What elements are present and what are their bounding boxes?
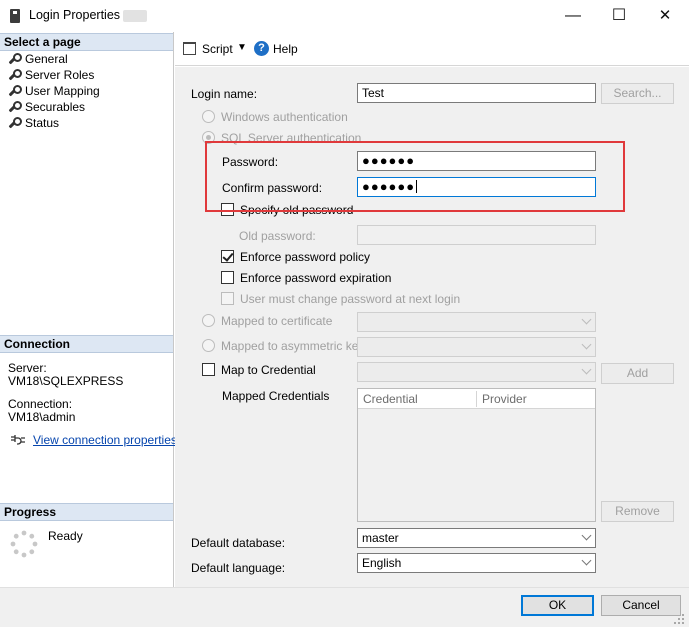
asym-key-select[interactable] [357,337,596,357]
remove-button[interactable]: Remove [601,501,674,522]
close-button[interactable]: ✕ [642,0,688,32]
page-user-mapping[interactable]: User Mapping [7,83,100,99]
search-button[interactable]: Search... [601,83,674,104]
page-label: Status [25,116,60,130]
wrench-icon [7,117,22,129]
chevron-down-icon [581,339,592,350]
mapped-certificate-radio[interactable] [202,314,215,327]
toolbar [175,32,689,66]
script-button[interactable]: Script [202,42,233,56]
highlight-box [205,141,625,212]
mapped-credentials-label: Mapped Credentials [222,389,330,403]
windows-auth-label: Windows authentication [221,110,348,124]
wrench-icon [7,85,22,97]
grid-header: Credential Provider [358,389,595,409]
maximize-button[interactable]: ☐ [596,0,642,32]
enforce-policy-label: Enforce password policy [240,250,371,264]
page-server-roles[interactable]: Server Roles [7,67,94,83]
windows-auth-radio[interactable] [202,110,215,123]
map-credential-checkbox[interactable] [202,363,215,376]
old-password-label: Old password: [239,229,316,243]
page-status[interactable]: Status [7,115,59,131]
default-database-label: Default database: [191,536,286,550]
help-icon[interactable]: ? [254,41,269,56]
select-page-header: Select a page [0,33,173,51]
login-name-input[interactable]: Test [357,83,596,103]
page-label: Securables [25,100,86,114]
cancel-button[interactable]: Cancel [601,595,681,616]
default-language-select[interactable]: English [357,553,596,573]
default-language-label: Default language: [191,561,286,575]
column-header-credential[interactable]: Credential [363,392,418,406]
default-database-select[interactable]: master [357,528,596,548]
must-change-checkbox[interactable] [221,292,234,305]
app-icon [10,9,20,23]
mapped-asym-key-radio[interactable] [202,339,215,352]
mapped-asym-key-label: Mapped to asymmetric key [221,339,365,353]
progress-header: Progress [0,503,173,521]
column-divider [476,391,477,407]
enforce-expiration-checkbox[interactable] [221,271,234,284]
certificate-select[interactable] [357,312,596,332]
page-label: General [25,52,68,66]
chevron-down-icon[interactable]: ▼ [237,42,247,53]
wrench-icon [7,53,22,65]
chevron-down-icon [581,530,592,541]
mapped-credentials-grid[interactable]: Credential Provider [357,388,596,522]
help-button[interactable]: Help [273,42,298,56]
mapped-certificate-label: Mapped to certificate [221,314,333,328]
page-label: User Mapping [25,84,100,98]
wrench-icon [7,101,22,113]
connection-icon [11,435,25,445]
connection-value: VM18\admin [8,410,76,424]
enforce-expiration-label: Enforce password expiration [240,271,392,285]
page-general[interactable]: General [7,51,68,67]
view-connection-properties-link[interactable]: View connection properties [33,433,177,447]
add-button[interactable]: Add [601,363,674,384]
chevron-down-icon [581,555,592,566]
enforce-policy-checkbox[interactable] [221,250,234,263]
resize-grip-icon[interactable] [672,612,686,626]
script-icon[interactable] [183,42,196,55]
ok-button[interactable]: OK [521,595,594,616]
blurred-title-suffix [123,10,147,22]
default-database-value: master [362,531,399,545]
login-name-label: Login name: [191,87,258,101]
must-change-label: User must change password at next login [240,292,461,306]
page-label: Server Roles [25,68,95,82]
page-securables[interactable]: Securables [7,99,85,115]
server-value: VM18\SQLEXPRESS [8,374,124,388]
window-title: Login Properties - [29,8,128,22]
minimize-button[interactable]: — [550,0,596,32]
progress-spinner-icon [10,530,38,558]
connection-header: Connection [0,335,173,353]
chevron-down-icon [581,314,592,325]
chevron-down-icon [581,364,592,375]
column-header-provider[interactable]: Provider [482,392,527,406]
credential-select[interactable] [357,362,596,382]
old-password-input[interactable] [357,225,596,245]
wrench-icon [7,69,22,81]
progress-status: Ready [48,529,83,543]
default-language-value: English [362,556,402,570]
map-credential-label: Map to Credential [221,363,316,377]
